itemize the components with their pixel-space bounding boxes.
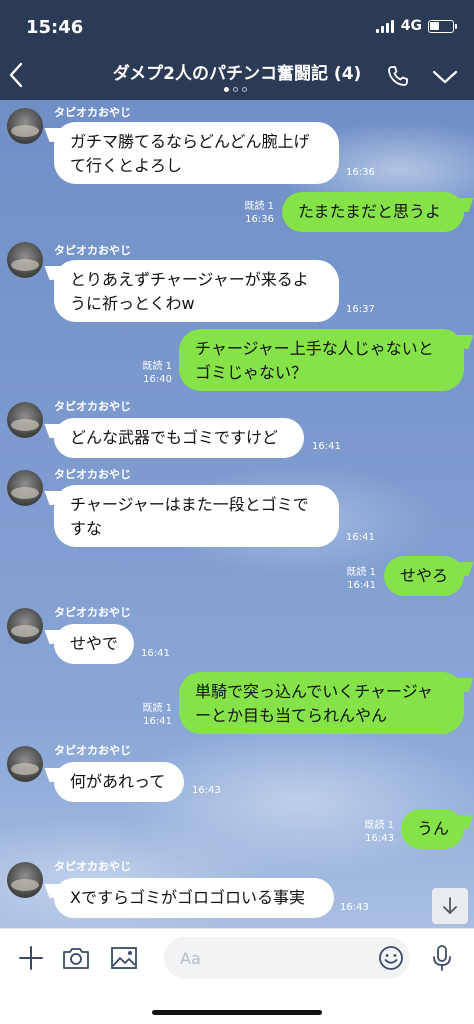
message-line: たまたまだと思うよ <box>298 202 442 221</box>
image-icon <box>111 947 137 969</box>
page-dot <box>224 87 229 92</box>
message-time: 16:41 <box>312 441 341 452</box>
sender-name: タピオカおやじ <box>54 606 131 619</box>
status-indicators: 4G <box>375 18 457 34</box>
camera-icon <box>63 948 89 969</box>
read-receipt: 既読 1 <box>364 820 394 831</box>
scroll-to-bottom-button[interactable] <box>432 888 468 924</box>
chevron-down-icon <box>432 70 458 84</box>
message-time: 16:41 <box>347 580 376 591</box>
message-line: ガチマ勝てるならどんどん腕上げ <box>70 132 310 151</box>
chat-area[interactable]: タピオカおやじ ガチマ勝てるならどんどん腕上げ て行くとよろし 16:36 既読… <box>0 100 474 928</box>
message-line: チャージャーはまた一段とゴミで <box>70 495 309 514</box>
incoming-message-bubble[interactable]: Xですらゴミがゴロゴロいる事実 <box>54 878 334 918</box>
network-type: 4G <box>400 18 422 34</box>
avatar[interactable] <box>7 470 43 506</box>
incoming-message-bubble[interactable]: ガチマ勝てるならどんどん腕上げ て行くとよろし <box>54 122 339 184</box>
message-line: ーとか目も当てられんやん <box>195 706 388 725</box>
signal-icon <box>375 19 396 33</box>
message-input[interactable] <box>180 937 370 979</box>
message-time: 16:40 <box>143 374 172 385</box>
voice-input-button[interactable] <box>427 943 457 973</box>
outgoing-message-bubble[interactable]: たまたまだと思うよ <box>282 192 464 232</box>
home-indicator[interactable] <box>152 1010 322 1015</box>
sender-name: タピオカおやじ <box>54 244 131 257</box>
sender-name: タピオカおやじ <box>54 860 131 873</box>
arrow-down-icon <box>443 897 457 914</box>
avatar[interactable] <box>7 108 43 144</box>
call-button[interactable] <box>386 64 410 88</box>
message-time: 16:36 <box>245 214 274 225</box>
sender-name: タピオカおやじ <box>54 106 131 119</box>
message-time: 16:41 <box>143 716 172 727</box>
message-time: 16:41 <box>346 532 375 543</box>
message-line: て行くとよろし <box>70 156 183 175</box>
message-time: 16:37 <box>346 304 375 315</box>
emoji-icon <box>379 946 403 970</box>
incoming-message-bubble[interactable]: チャージャーはまた一段とゴミで すな <box>54 485 339 547</box>
outgoing-message-bubble[interactable]: チャージャー上手な人じゃないと ゴミじゃない？ <box>179 329 464 391</box>
sender-name: タピオカおやじ <box>54 744 131 757</box>
add-attachment-button[interactable] <box>16 943 46 973</box>
chevron-left-icon <box>9 62 23 88</box>
page-dot <box>242 87 247 92</box>
message-line: ゴミじゃない？ <box>195 363 308 382</box>
avatar[interactable] <box>7 608 43 644</box>
camera-button[interactable] <box>61 943 91 973</box>
read-receipt: 既読 1 <box>346 567 376 578</box>
incoming-message-bubble[interactable]: どんな武器でもゴミですけど <box>54 418 304 458</box>
plus-icon <box>19 946 43 970</box>
message-line: 単騎で突っ込んでいくチャージャ <box>195 682 433 701</box>
phone-icon <box>388 66 408 86</box>
battery-icon <box>428 19 457 33</box>
back-button[interactable] <box>6 60 28 90</box>
page-indicator <box>222 87 249 92</box>
incoming-message-bubble[interactable]: 何があれって <box>54 762 184 802</box>
sender-name: タピオカおやじ <box>54 400 131 413</box>
image-button[interactable] <box>109 943 139 973</box>
message-line: とりあえずチャージャーが来るよ <box>70 270 309 289</box>
message-time: 16:41 <box>141 648 170 659</box>
page-dot <box>233 87 238 92</box>
avatar[interactable] <box>7 402 43 438</box>
incoming-message-bubble[interactable]: とりあえずチャージャーが来るよ うに祈っとくわw <box>54 260 339 322</box>
avatar[interactable] <box>7 746 43 782</box>
message-line: Xですらゴミがゴロゴロいる事実 <box>70 888 305 907</box>
message-line: 何があれって <box>70 772 166 791</box>
message-time: 16:43 <box>192 785 221 796</box>
read-receipt: 既読 1 <box>142 703 172 714</box>
message-time: 16:36 <box>346 167 375 178</box>
menu-toggle-button[interactable] <box>432 68 458 86</box>
microphone-icon <box>433 945 451 971</box>
message-time: 16:43 <box>340 902 369 913</box>
avatar[interactable] <box>7 242 43 278</box>
emoji-button[interactable] <box>378 945 404 971</box>
message-line: どんな武器でもゴミですけど <box>70 428 279 447</box>
chat-header: 15:46 4G ダメプ2人のパチンコ奮闘記 (4) <box>0 0 474 100</box>
message-input-wrapper <box>164 937 410 979</box>
message-time: 16:43 <box>365 833 394 844</box>
sender-name: タピオカおやじ <box>54 468 131 481</box>
message-line: うに祈っとくわw <box>70 294 195 313</box>
status-time: 15:46 <box>26 17 84 38</box>
message-line: うん <box>417 819 450 838</box>
chat-title[interactable]: ダメプ2人のパチンコ奮闘記 (4) <box>70 59 404 84</box>
outgoing-message-bubble[interactable]: せやろ <box>384 556 464 596</box>
avatar[interactable] <box>7 862 43 898</box>
read-receipt: 既読 1 <box>244 201 274 212</box>
outgoing-message-bubble[interactable]: 単騎で突っ込んでいくチャージャ ーとか目も当てられんやん <box>179 672 464 734</box>
outgoing-message-bubble[interactable]: うん <box>401 809 464 849</box>
message-line: チャージャー上手な人じゃないと <box>195 339 434 358</box>
incoming-message-bubble[interactable]: せやで <box>54 624 134 664</box>
message-line: せやろ <box>400 566 449 585</box>
message-line: せやで <box>70 634 119 653</box>
message-line: すな <box>70 519 103 538</box>
read-receipt: 既読 1 <box>142 361 172 372</box>
